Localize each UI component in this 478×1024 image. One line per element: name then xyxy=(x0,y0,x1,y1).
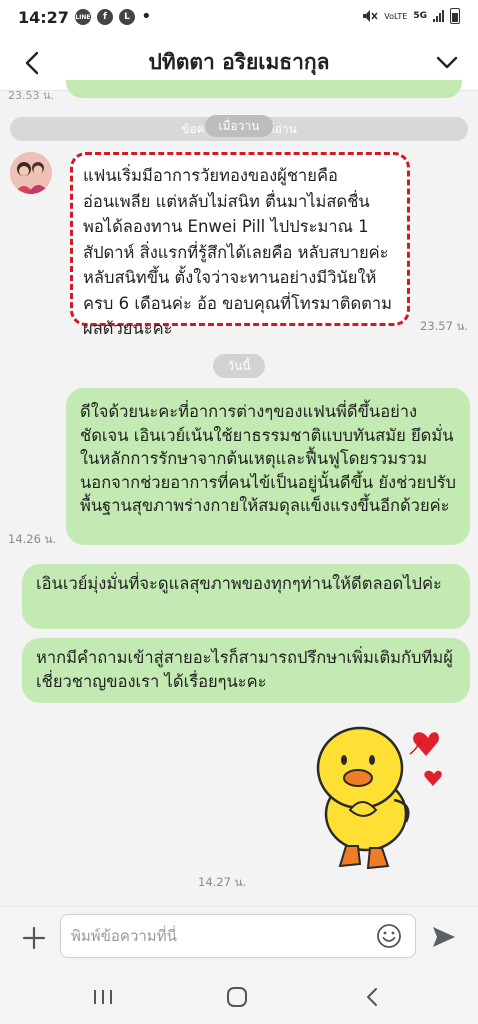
incoming-message-time: 23.57 น. xyxy=(420,319,469,333)
home-icon[interactable] xyxy=(226,986,248,1008)
facebook-notification-icon: f xyxy=(96,9,113,25)
incoming-message-text: แฟนเริ่มมีอาการวัยทองของผู้ชายคือ อ่อนเพ… xyxy=(83,166,393,338)
previous-message-time: 23.53 น. xyxy=(8,89,55,102)
volte-label: VoLTE xyxy=(384,11,408,21)
battery-icon xyxy=(450,8,460,24)
line-notification-icon: LINE xyxy=(74,9,91,25)
avatar[interactable] xyxy=(10,152,52,194)
contact-name[interactable]: ปทิตตา อริยเมธากุล xyxy=(149,46,330,79)
mute-icon xyxy=(363,10,378,22)
status-bar: 14:27 LINE f L • VoLTE 5G xyxy=(0,0,478,34)
incoming-message-bubble[interactable]: แฟนเริ่มมีอาการวัยทองของผู้ชายคือ อ่อนเพ… xyxy=(70,152,410,338)
chevron-down-icon[interactable] xyxy=(434,50,460,76)
wifi-label: 5G xyxy=(413,11,427,21)
emoji-icon[interactable] xyxy=(376,923,402,949)
sticker-time: 14.27 น. xyxy=(198,875,247,889)
system-back-icon[interactable] xyxy=(362,986,382,1008)
chat-area[interactable]: 23.53 น. ข้อความที่ยังไม่ได้อ่าน เมื่อวา… xyxy=(0,80,478,906)
back-arrow-icon[interactable] xyxy=(18,48,48,78)
previous-message-bubble[interactable] xyxy=(66,80,462,98)
sticker-duck-hearts[interactable] xyxy=(310,718,458,874)
outgoing-message-text: ดีใจด้วยนะคะที่อาการต่างๆของแฟนพี่ดีขึ้น… xyxy=(80,402,457,515)
status-icons: VoLTE 5G xyxy=(362,8,460,24)
outgoing-message-bubble[interactable]: หากมีคำถามเข้าสู่สายอะไรก็สามารถปรึกษาเพ… xyxy=(22,638,470,703)
avatar-photo xyxy=(10,152,52,194)
app-notification-icon: L xyxy=(118,9,135,25)
plus-icon[interactable] xyxy=(20,924,48,952)
system-navigation-bar xyxy=(0,970,478,1024)
outgoing-message-bubble[interactable]: เอินเวย์มุ่งมั่นที่จะดูแลสุขภาพของทุกๆท่… xyxy=(22,564,470,629)
message-input[interactable] xyxy=(60,914,416,958)
outgoing-message-text: หากมีคำถามเข้าสู่สายอะไรก็สามารถปรึกษาเพ… xyxy=(36,648,453,691)
send-icon[interactable] xyxy=(430,923,458,951)
signal-icon xyxy=(433,10,444,22)
outgoing-message-bubble[interactable]: ดีใจด้วยนะคะที่อาการต่างๆของแฟนพี่ดีขึ้น… xyxy=(66,388,470,545)
yesterday-label: เมื่อวาน xyxy=(205,115,273,137)
message-input-bar xyxy=(0,906,478,971)
more-notifications-icon: • xyxy=(140,6,152,27)
status-time: 14:27 xyxy=(18,7,69,27)
date-divider: วันนี้ xyxy=(213,354,265,378)
recent-apps-icon[interactable] xyxy=(92,988,114,1006)
outgoing-message-time: 14.26 น. xyxy=(8,532,57,546)
outgoing-message-text: เอินเวย์มุ่งมั่นที่จะดูแลสุขภาพของทุกๆท่… xyxy=(36,574,442,593)
